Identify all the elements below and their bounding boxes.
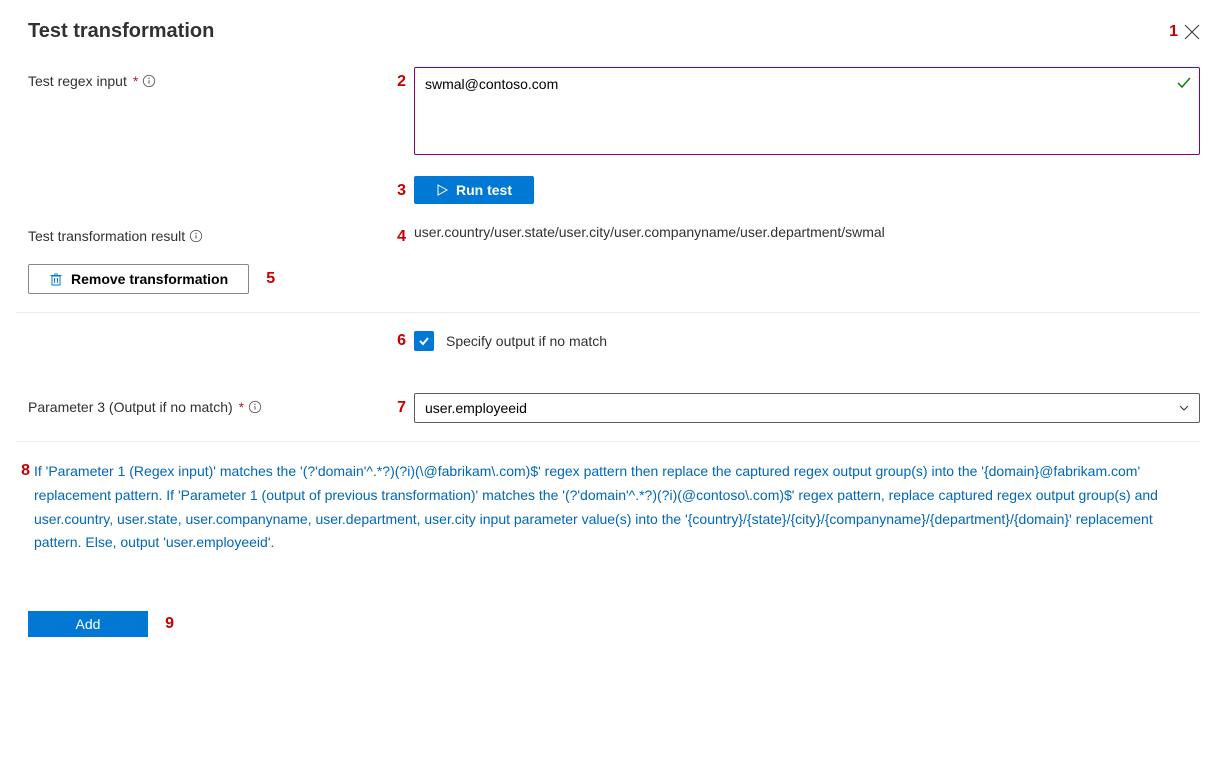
- specify-no-match-checkbox[interactable]: [414, 331, 434, 351]
- annotation-5: 5: [261, 270, 275, 288]
- close-icon[interactable]: [1184, 24, 1200, 40]
- param3-label: Parameter 3 (Output if no match): [28, 399, 233, 415]
- run-test-label: Run test: [456, 182, 512, 198]
- checkmark-icon: [418, 335, 430, 347]
- regex-input-control-col: 2: [386, 67, 1200, 158]
- remove-transformation-button[interactable]: Remove transformation: [28, 264, 249, 294]
- divider: [16, 441, 1200, 442]
- divider: [16, 312, 1200, 313]
- specify-no-match-label: Specify output if no match: [446, 333, 607, 349]
- param3-label-col: Parameter 3 (Output if no match) *: [16, 393, 386, 415]
- param3-row: Parameter 3 (Output if no match) * 7 use…: [16, 393, 1200, 423]
- footer-row: Add 9: [28, 611, 1200, 637]
- header-row: Test transformation 1: [16, 20, 1200, 43]
- param3-select[interactable]: user.employeeid: [414, 393, 1200, 423]
- remove-transformation-label: Remove transformation: [71, 271, 228, 287]
- annotation-7: 7: [392, 399, 406, 417]
- regex-input-label-col: Test regex input *: [16, 67, 386, 89]
- specify-no-match-row: 6 Specify output if no match: [16, 331, 1200, 351]
- remove-row: Remove transformation 5: [16, 264, 1200, 294]
- description-row: 8 If 'Parameter 1 (Regex input)' matches…: [16, 460, 1200, 555]
- run-test-row: 3 Run test: [16, 176, 1200, 204]
- result-label-col: Test transformation result: [16, 222, 386, 244]
- regex-input-field[interactable]: [414, 67, 1200, 155]
- play-icon: [436, 184, 448, 196]
- required-mark: *: [133, 73, 138, 89]
- valid-check-icon: [1176, 75, 1192, 91]
- result-label: Test transformation result: [28, 228, 185, 244]
- add-button[interactable]: Add: [28, 611, 148, 637]
- transformation-description: If 'Parameter 1 (Regex input)' matches t…: [34, 460, 1192, 555]
- annotation-4: 4: [392, 228, 406, 246]
- info-icon[interactable]: [189, 229, 203, 243]
- info-icon[interactable]: [142, 74, 156, 88]
- required-mark: *: [239, 399, 244, 415]
- annotation-6: 6: [392, 332, 406, 350]
- annotation-1: 1: [1164, 23, 1178, 41]
- regex-input-label: Test regex input: [28, 73, 127, 89]
- result-row: Test transformation result 4 user.countr…: [16, 222, 1200, 246]
- run-test-button[interactable]: Run test: [414, 176, 534, 204]
- regex-input-row: Test regex input * 2: [16, 67, 1200, 158]
- info-icon[interactable]: [248, 400, 262, 414]
- trash-icon: [49, 272, 63, 286]
- annotation-8: 8: [16, 460, 30, 480]
- close-area: 1: [1164, 23, 1200, 41]
- result-value: user.country/user.state/user.city/user.c…: [414, 222, 885, 240]
- annotation-3: 3: [392, 182, 406, 200]
- annotation-9: 9: [160, 615, 174, 633]
- page-title: Test transformation: [28, 20, 214, 43]
- annotation-2: 2: [392, 73, 406, 91]
